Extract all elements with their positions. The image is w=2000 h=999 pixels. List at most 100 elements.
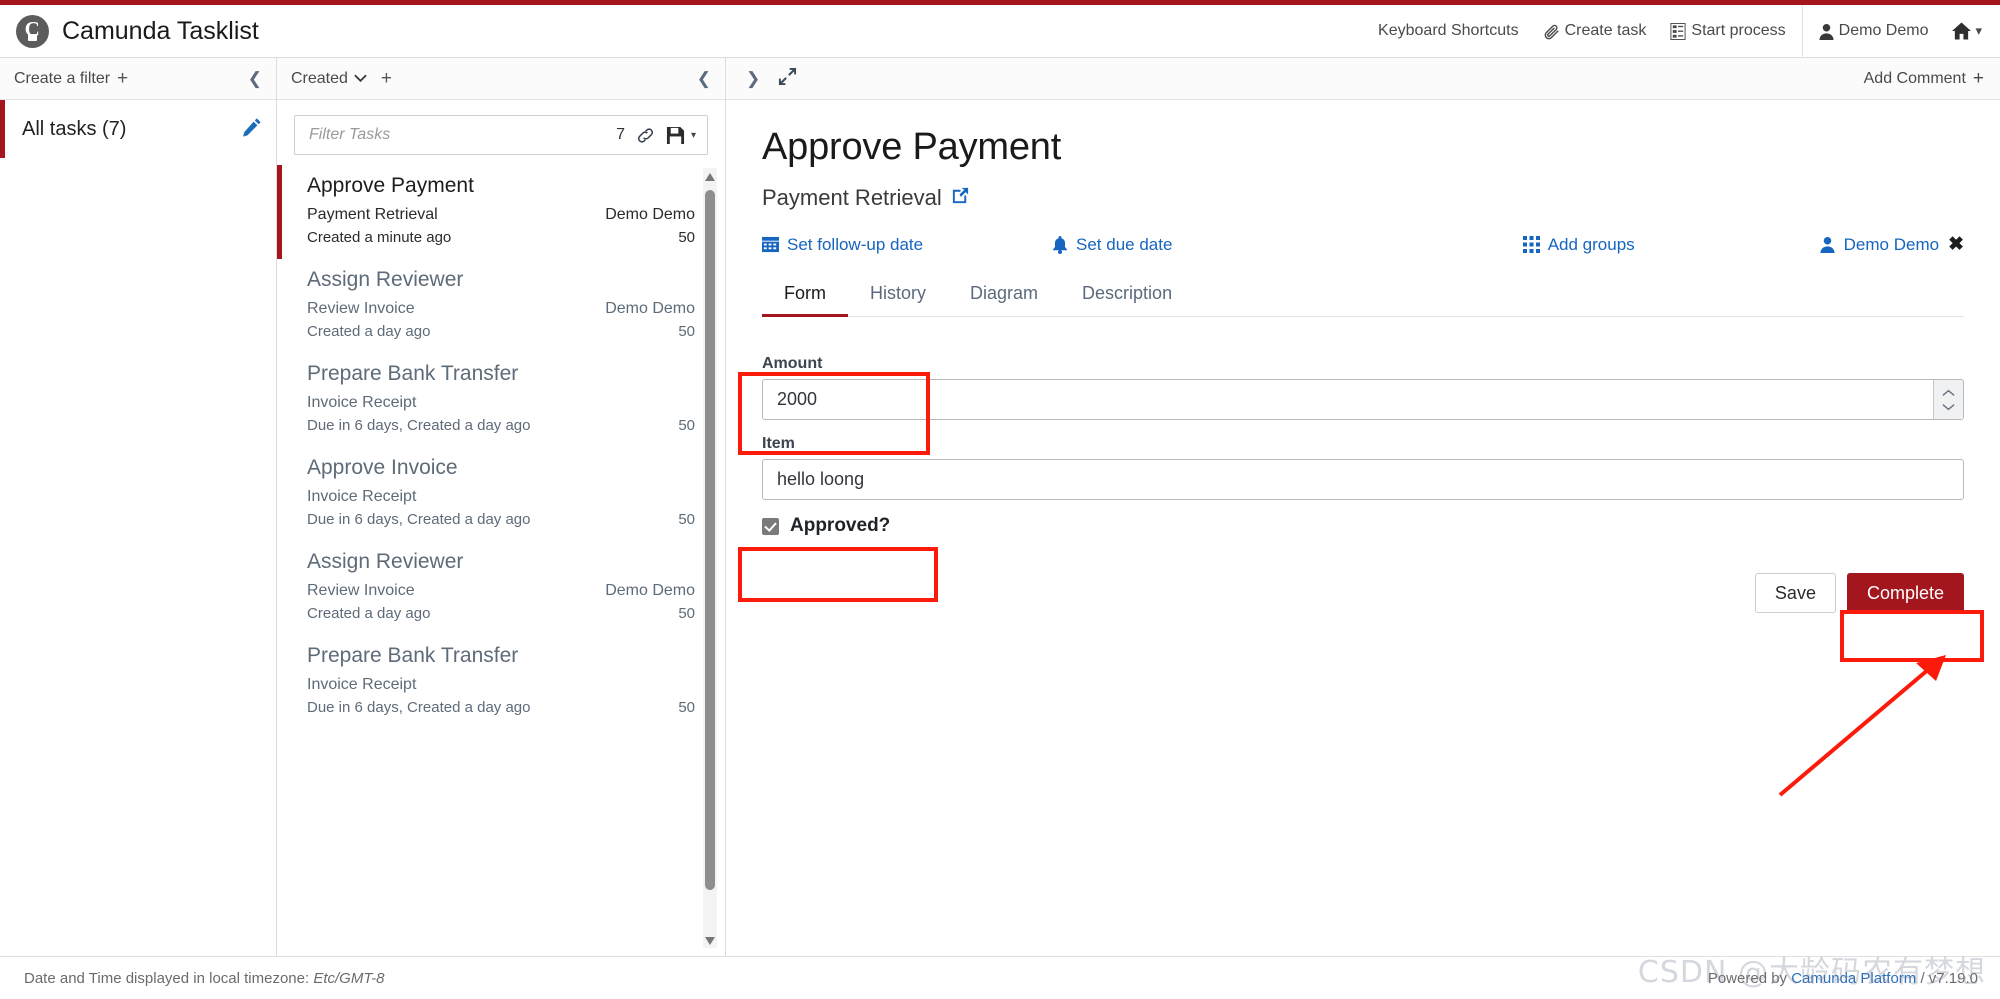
save-filter-caret-icon[interactable]: ▾ xyxy=(691,130,696,141)
tab-history-label: History xyxy=(870,283,927,303)
save-button[interactable]: Save xyxy=(1754,573,1836,613)
paperclip-icon xyxy=(1543,23,1560,40)
approved-checkbox[interactable] xyxy=(762,517,779,535)
task-row[interactable]: Assign Reviewer Review Invoice Demo Demo… xyxy=(277,541,725,635)
chain-link-icon[interactable] xyxy=(636,126,655,145)
camunda-platform-link[interactable]: Camunda Platform xyxy=(1791,970,1916,987)
chevron-right-icon[interactable]: ❯ xyxy=(738,69,768,89)
remove-assignee-icon[interactable]: ✖ xyxy=(1948,233,1964,256)
scrollbar-thumb[interactable] xyxy=(705,190,715,890)
pencil-icon[interactable] xyxy=(242,117,262,142)
sidebar-item-all-tasks[interactable]: All tasks (7) xyxy=(0,100,276,158)
nav-keyboard-shortcuts[interactable]: Keyboard Shortcuts xyxy=(1366,5,1531,57)
app-title: Camunda Tasklist xyxy=(62,16,259,45)
task-row[interactable]: Prepare Bank Transfer Invoice Receipt Du… xyxy=(277,353,725,447)
task-priority: 50 xyxy=(678,511,695,528)
powered-by: Powered by Camunda Platform / v7.19.0 xyxy=(1708,970,1978,987)
amount-input[interactable]: 2000 xyxy=(762,379,1964,420)
add-groups-button[interactable]: Add groups xyxy=(1522,235,1635,255)
sort-by-control[interactable]: Created xyxy=(291,70,367,88)
sort-by-label: Created xyxy=(291,69,348,87)
approved-field-group[interactable]: Approved? xyxy=(762,515,1964,537)
task-row[interactable]: Assign Reviewer Review Invoice Demo Demo… xyxy=(277,259,725,353)
add-sort-criterion-icon[interactable]: + xyxy=(381,68,392,90)
user-icon xyxy=(1819,23,1834,40)
home-caret-icon: ▾ xyxy=(1975,23,1982,38)
task-date: Due in 6 days, Created a day ago xyxy=(307,417,531,434)
nav-create-task-label: Create task xyxy=(1564,22,1647,39)
assignee-control[interactable]: Demo Demo ✖ xyxy=(1820,233,1964,256)
create-filter-plus-icon[interactable]: + xyxy=(117,68,128,90)
stepper-down-icon xyxy=(1942,403,1955,410)
nav-start-process[interactable]: Start process xyxy=(1658,5,1797,57)
tab-history[interactable]: History xyxy=(848,276,948,317)
task-list-panel: Created + ❮ 7 xyxy=(277,58,726,956)
task-title: Prepare Bank Transfer xyxy=(307,362,519,385)
task-date: Due in 6 days, Created a day ago xyxy=(307,511,531,528)
detail-header: ❯ Add Comment + xyxy=(726,58,2000,100)
filters-header: Create a filter + ❮ xyxy=(0,58,276,100)
task-search-area: 7 ▾ xyxy=(277,100,725,165)
bell-icon xyxy=(1052,235,1068,254)
expand-arrows-icon[interactable] xyxy=(768,67,807,91)
task-process: Invoice Receipt xyxy=(307,676,417,693)
tab-form-label: Form xyxy=(784,283,826,303)
set-due-date-button[interactable]: Set due date xyxy=(1052,235,1523,255)
search-box[interactable]: 7 ▾ xyxy=(294,115,708,155)
task-row[interactable]: Prepare Bank Transfer Invoice Receipt Du… xyxy=(277,635,725,729)
create-filter-label[interactable]: Create a filter xyxy=(14,70,110,88)
floppy-disk-icon[interactable] xyxy=(666,126,685,145)
timezone-prefix: Date and Time displayed in local timezon… xyxy=(24,969,310,987)
task-form: Amount 2000 Item hello loong Approved? S… xyxy=(762,355,1964,613)
stepper-up-icon xyxy=(1942,389,1955,396)
task-assignee: Demo Demo xyxy=(605,206,695,223)
tab-description[interactable]: Description xyxy=(1060,276,1194,317)
nav-create-task[interactable]: Create task xyxy=(1531,5,1659,57)
top-navigation: Keyboard Shortcuts Create task Start pro… xyxy=(1366,4,2000,58)
item-input[interactable]: hello loong xyxy=(762,459,1964,500)
amount-value: 2000 xyxy=(777,389,818,409)
process-name: Payment Retrieval xyxy=(762,185,942,210)
amount-field-group: Amount 2000 xyxy=(762,355,1964,420)
nav-user-menu[interactable]: Demo Demo xyxy=(1807,5,1941,57)
task-row[interactable]: Approve Invoice Invoice Receipt Due in 6… xyxy=(277,447,725,541)
filter-label: All tasks (7) xyxy=(22,117,127,140)
assignee-label: Demo Demo xyxy=(1843,234,1940,254)
amount-stepper[interactable] xyxy=(1933,380,1963,419)
powered-by-label: Powered by xyxy=(1707,969,1788,987)
scroll-down-arrow-icon[interactable] xyxy=(704,934,716,946)
set-follow-up-date-button[interactable]: Set follow-up date xyxy=(762,235,1052,255)
home-icon xyxy=(1952,22,1972,40)
external-link-icon[interactable] xyxy=(951,185,970,211)
task-row[interactable]: Approve Payment Payment Retrieval Demo D… xyxy=(277,165,725,259)
task-priority: 50 xyxy=(678,699,695,716)
task-list-scrollbar[interactable] xyxy=(703,168,717,948)
nav-home-menu[interactable]: ▾ xyxy=(1940,5,1986,57)
chevron-left-icon[interactable]: ❮ xyxy=(248,69,262,89)
task-actions-row: Set follow-up date Set due date Add grou… xyxy=(762,233,1964,256)
task-assignee: Demo Demo xyxy=(605,582,695,599)
top-header-bar: Camunda Tasklist Keyboard Shortcuts Crea… xyxy=(0,0,2000,58)
add-comment-button[interactable]: Add Comment + xyxy=(1864,68,1984,90)
complete-button[interactable]: Complete xyxy=(1846,573,1964,613)
task-title: Assign Reviewer xyxy=(307,268,464,291)
page-title: Approve Payment xyxy=(762,126,1062,168)
task-items-container[interactable]: Approve Payment Payment Retrieval Demo D… xyxy=(277,165,725,956)
task-process: Invoice Receipt xyxy=(307,394,417,411)
task-date: Created a day ago xyxy=(307,605,431,622)
brand[interactable]: Camunda Tasklist xyxy=(0,14,259,48)
search-input[interactable] xyxy=(309,126,606,144)
item-label: Item xyxy=(762,435,795,452)
collapse-task-list-icon[interactable]: ❮ xyxy=(697,69,711,89)
nav-divider xyxy=(1801,4,1803,58)
task-priority: 50 xyxy=(678,417,695,434)
form-buttons: Save Complete xyxy=(762,573,1964,613)
scroll-up-arrow-icon[interactable] xyxy=(704,170,716,182)
tab-diagram[interactable]: Diagram xyxy=(948,276,1060,317)
set-due-date-label: Set due date xyxy=(1076,234,1173,254)
tab-form[interactable]: Form xyxy=(762,276,848,317)
task-assignee: Demo Demo xyxy=(605,300,695,317)
approved-label: Approved? xyxy=(790,515,891,536)
task-title: Approve Invoice xyxy=(307,456,458,479)
task-list-header: Created + ❮ xyxy=(277,58,725,100)
